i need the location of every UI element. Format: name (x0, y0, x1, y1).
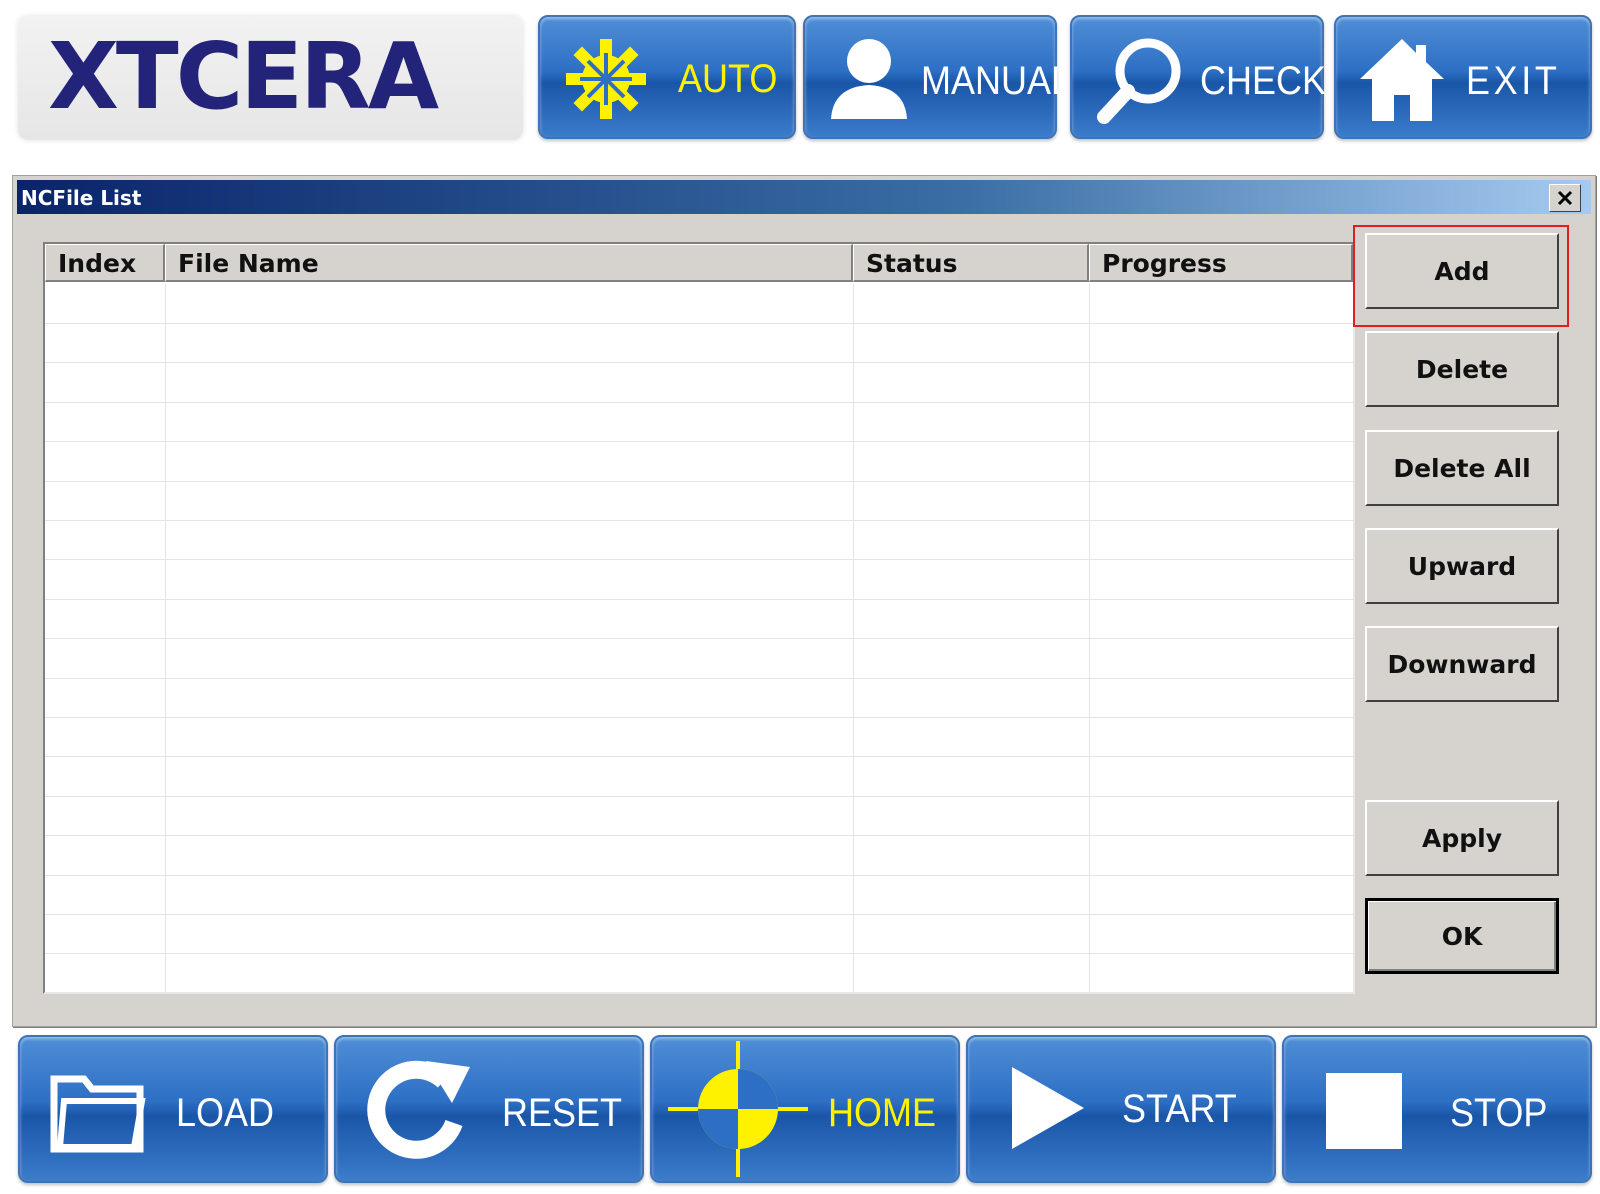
play-icon (1012, 1067, 1084, 1149)
folder-icon (50, 1075, 146, 1153)
stop-button[interactable]: STOP (1282, 1035, 1592, 1183)
table-row[interactable] (45, 599, 1353, 640)
table-row[interactable] (45, 284, 1353, 324)
table-row[interactable] (45, 560, 1353, 600)
grid-line (1089, 284, 1090, 992)
add-button-highlight (1353, 225, 1569, 327)
exit-button[interactable]: EXIT (1334, 15, 1592, 139)
start-label: START (1122, 1087, 1237, 1131)
auto-label: AUTO (678, 57, 778, 101)
stop-label: STOP (1450, 1091, 1548, 1135)
home-label: HOME (828, 1091, 936, 1135)
column-status[interactable]: Status (853, 244, 1089, 282)
close-icon (1557, 190, 1573, 206)
start-button[interactable]: START (966, 1035, 1276, 1183)
close-button[interactable] (1549, 184, 1581, 212)
grid-line (853, 284, 854, 992)
manual-button[interactable]: MANUAL (803, 15, 1071, 139)
ncfile-dialog: NCFile List Index File Name Status Progr… (12, 175, 1596, 1027)
load-button[interactable]: LOAD (18, 1035, 328, 1183)
table-row[interactable] (45, 875, 1353, 915)
list-header: Index File Name Status Progress (45, 244, 1353, 284)
column-progress[interactable]: Progress (1089, 244, 1353, 282)
reset-label: RESET (502, 1091, 623, 1135)
table-row[interactable] (45, 481, 1353, 521)
file-list[interactable]: Index File Name Status Progress (43, 242, 1355, 994)
table-row[interactable] (45, 520, 1353, 561)
apply-button[interactable]: Apply (1365, 800, 1559, 876)
check-button[interactable]: CHECK (1070, 15, 1327, 139)
exit-label: EXIT (1466, 59, 1561, 103)
table-row[interactable] (45, 757, 1353, 797)
logo: XTCERA (18, 16, 523, 140)
table-row[interactable] (45, 836, 1353, 876)
load-label: LOAD (176, 1091, 275, 1135)
gear-icon (566, 39, 646, 119)
grid-line (165, 284, 166, 992)
home-button[interactable]: HOME (650, 1035, 960, 1183)
column-file-name[interactable]: File Name (165, 244, 853, 282)
delete-button[interactable]: Delete (1365, 331, 1559, 407)
crosshair-icon (668, 1041, 808, 1177)
manual-label: MANUAL (921, 59, 1072, 103)
table-row[interactable] (45, 796, 1353, 837)
dialog-titlebar[interactable]: NCFile List (17, 180, 1591, 214)
table-row[interactable] (45, 363, 1353, 403)
upward-button[interactable]: Upward (1365, 528, 1559, 604)
list-body[interactable] (45, 284, 1353, 992)
table-row[interactable] (45, 442, 1353, 482)
table-row[interactable] (45, 323, 1353, 364)
table-row[interactable] (45, 954, 1353, 992)
user-icon (831, 39, 907, 119)
reset-button[interactable]: RESET (334, 1035, 644, 1183)
downward-button[interactable]: Downward (1365, 626, 1559, 702)
table-row[interactable] (45, 402, 1353, 443)
stop-icon (1326, 1073, 1402, 1149)
home-icon (1360, 39, 1444, 121)
table-row[interactable] (45, 914, 1353, 955)
check-label: CHECK (1200, 59, 1327, 103)
auto-button[interactable]: AUTO (538, 15, 796, 139)
dialog-title: NCFile List (21, 186, 142, 210)
table-row[interactable] (45, 639, 1353, 679)
reset-icon (367, 1060, 470, 1159)
table-row[interactable] (45, 678, 1353, 718)
logo-text: XTCERA (48, 23, 439, 130)
ok-button[interactable]: OK (1365, 898, 1559, 974)
delete-all-button[interactable]: Delete All (1365, 430, 1559, 506)
table-row[interactable] (45, 717, 1353, 758)
search-icon (1097, 38, 1181, 124)
column-index[interactable]: Index (45, 244, 165, 282)
